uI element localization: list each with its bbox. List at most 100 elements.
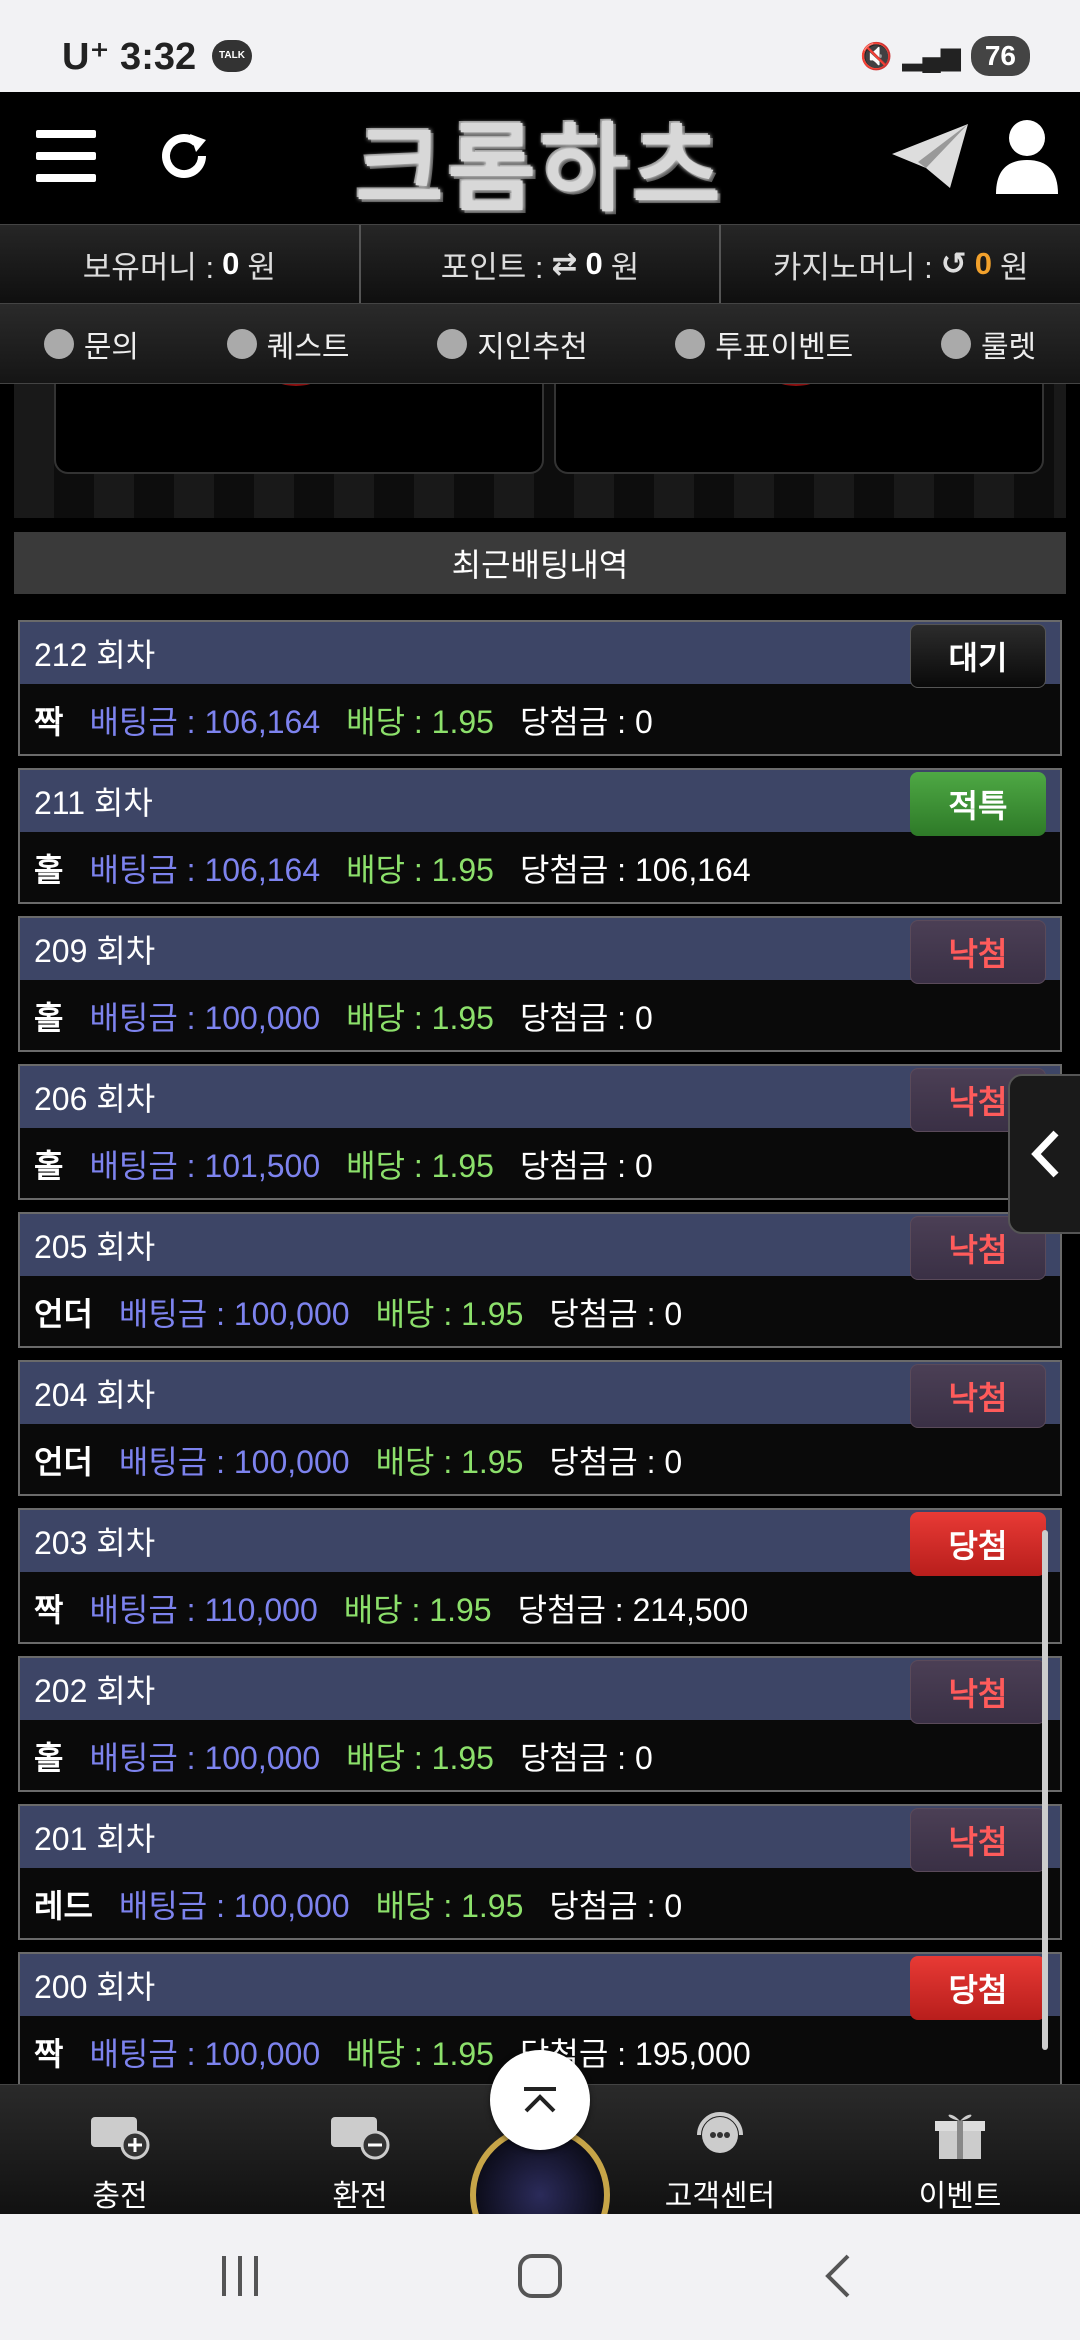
game-card-right[interactable]: [554, 384, 1044, 474]
casino-money[interactable]: 카지노머니 : ↺ 0 원: [721, 225, 1080, 303]
scrollbar[interactable]: [1042, 1530, 1048, 2050]
nav-event[interactable]: 이벤트: [860, 2109, 1060, 2215]
bet-winnings: 당첨금 : 0: [519, 1148, 653, 1184]
bet-amount: 배팅금 : 100,000: [89, 1740, 321, 1776]
bet-winnings: 당첨금 : 106,164: [519, 852, 751, 888]
bet-pick: 홀: [34, 1148, 64, 1184]
bet-pick: 홀: [34, 852, 64, 888]
status-badge: 낙첨: [910, 1364, 1046, 1428]
bet-odds: 배당 : 1.95: [375, 1888, 524, 1924]
menu-icon[interactable]: [36, 130, 96, 186]
bet-row[interactable]: 205 회차 낙첨 언더 배팅금 : 100,000 배당 : 1.95 당첨금 : …: [18, 1212, 1062, 1348]
menu-inquiry[interactable]: 문의: [43, 322, 139, 366]
bet-row[interactable]: 202 회차 낙첨 홀 배팅금 : 100,000 배당 : 1.95 당첨금 : 0: [18, 1656, 1062, 1792]
alert-icon: [43, 328, 74, 359]
nav-deposit[interactable]: 충전: [20, 2109, 220, 2215]
bet-round: 203 회차: [20, 1510, 1060, 1572]
bet-row[interactable]: 209 회차 낙첨 홀 배팅금 : 100,000 배당 : 1.95 당첨금 : 0: [18, 916, 1062, 1052]
check-icon: [675, 328, 706, 359]
bet-row[interactable]: 204 회차 낙첨 언더 배팅금 : 100,000 배당 : 1.95 당첨금 : …: [18, 1360, 1062, 1496]
bet-pick: 언더: [34, 1296, 93, 1332]
side-panel-toggle[interactable]: [1008, 1074, 1080, 1234]
status-icons: 🔇 ▂▄▆ 76: [860, 36, 1030, 76]
nav-withdraw[interactable]: 환전: [260, 2109, 460, 2215]
bet-winnings: 당첨금 : 0: [519, 1000, 653, 1036]
bet-odds: 배당 : 1.95: [346, 1148, 494, 1184]
mute-icon: 🔇: [860, 40, 893, 71]
bet-winnings: 당첨금 : 0: [549, 1888, 683, 1924]
bet-round: 206 회차: [20, 1066, 1060, 1128]
reload-icon[interactable]: ↺: [941, 246, 967, 282]
status-badge: 낙첨: [910, 920, 1046, 984]
bet-round: 209 회차: [20, 918, 1060, 980]
bet-odds: 배당 : 1.95: [346, 704, 494, 740]
bet-row[interactable]: 203 회차 당첨 짝 배팅금 : 110,000 배당 : 1.95 당첨금 : 2…: [18, 1508, 1062, 1644]
bet-pick: 언더: [34, 1444, 93, 1480]
menu-referral[interactable]: 지인추천: [437, 322, 588, 366]
bet-odds: 배당 : 1.95: [346, 1740, 494, 1776]
bet-row[interactable]: 212 회차 대기 짝 배팅금 : 106,164 배당 : 1.95 당첨금 : 0: [18, 620, 1062, 756]
app-header: 크롬하츠: [0, 92, 1080, 225]
status-badge: 당첨: [910, 1956, 1046, 2020]
bet-round: 202 회차: [20, 1658, 1060, 1720]
bet-pick: 홀: [34, 1740, 64, 1776]
refresh-icon[interactable]: [156, 128, 212, 184]
withdraw-icon: [331, 2117, 390, 2160]
game-card-left[interactable]: [54, 384, 544, 474]
bet-odds: 배당 : 1.95: [375, 1444, 524, 1480]
back-icon[interactable]: [810, 2250, 870, 2302]
status-badge: 대기: [910, 624, 1046, 688]
bet-round: 204 회차: [20, 1362, 1060, 1424]
gift-icon: [935, 2114, 985, 2159]
bet-row[interactable]: 201 회차 낙첨 레드 배팅금 : 100,000 배당 : 1.95 당첨금 : …: [18, 1804, 1062, 1940]
bet-odds: 배당 : 1.95: [346, 2036, 494, 2072]
bet-row[interactable]: 211 회차 적특 홀 배팅금 : 106,164 배당 : 1.95 당첨금 : 1…: [18, 768, 1062, 904]
menu-vote-event[interactable]: 투표이벤트: [675, 322, 853, 366]
menu-roulette[interactable]: 룰렛: [940, 322, 1036, 366]
money-bar: 보유머니 : 0 원 포인트 : ⇄ 0 원 카지노머니 : ↺ 0 원: [0, 224, 1080, 304]
status-badge: 당첨: [910, 1512, 1046, 1576]
bet-winnings: 당첨금 : 0: [519, 704, 653, 740]
bet-amount: 배팅금 : 100,000: [118, 1444, 350, 1480]
bet-odds: 배당 : 1.95: [343, 1592, 492, 1628]
system-nav-bar: [0, 2214, 1080, 2340]
bet-pick: 짝: [34, 2036, 64, 2072]
signal-icon: ▂▄▆: [902, 40, 961, 71]
bet-amount: 배팅금 : 106,164: [89, 704, 321, 740]
chevron-left-icon: [1031, 1130, 1059, 1178]
bet-round: 212 회차: [20, 622, 1060, 684]
status-badge: 낙첨: [910, 1808, 1046, 1872]
exchange-icon[interactable]: ⇄: [552, 246, 578, 282]
bet-pick: 짝: [34, 704, 64, 740]
user-icon[interactable]: [992, 116, 1062, 196]
bet-amount: 배팅금 : 106,164: [89, 852, 321, 888]
section-title: 최근배팅내역: [14, 532, 1066, 594]
nav-support[interactable]: 고객센터: [620, 2109, 820, 2215]
home-icon[interactable]: [510, 2250, 570, 2302]
bet-odds: 배당 : 1.95: [346, 852, 494, 888]
bet-odds: 배당 : 1.95: [375, 1296, 524, 1332]
bet-row[interactable]: 206 회차 낙첨 홀 배팅금 : 101,500 배당 : 1.95 당첨금 : 0: [18, 1064, 1062, 1200]
bet-amount: 배팅금 : 100,000: [89, 1000, 321, 1036]
status-badge: 적특: [910, 772, 1046, 836]
bet-pick: 홀: [34, 1000, 64, 1036]
scroll-to-top-button[interactable]: [490, 2050, 590, 2150]
chevron-up-icon: [524, 2087, 556, 2113]
point-money[interactable]: 포인트 : ⇄ 0 원: [361, 225, 722, 303]
scroll-icon: [226, 328, 257, 359]
deposit-icon: [91, 2117, 150, 2160]
bet-amount: 배팅금 : 101,500: [89, 1148, 321, 1184]
bet-pick: 짝: [34, 1592, 64, 1628]
bet-history-list: 212 회차 대기 짝 배팅금 : 106,164 배당 : 1.95 당첨금 : 0…: [18, 620, 1062, 2100]
telegram-icon[interactable]: [890, 122, 970, 192]
bet-amount: 배팅금 : 100,000: [89, 2036, 321, 2072]
bet-amount: 배팅금 : 110,000: [89, 1592, 318, 1628]
bet-amount: 배팅금 : 100,000: [118, 1296, 350, 1332]
site-logo[interactable]: 크롬하츠: [330, 102, 750, 225]
menu-quest[interactable]: 퀘스트: [226, 322, 350, 366]
bet-winnings: 당첨금 : 0: [519, 1740, 653, 1776]
people-icon: [437, 328, 468, 359]
bet-pick: 레드: [34, 1888, 93, 1924]
bet-round: 200 회차: [20, 1954, 1060, 2016]
recent-apps-icon[interactable]: [210, 2250, 270, 2302]
